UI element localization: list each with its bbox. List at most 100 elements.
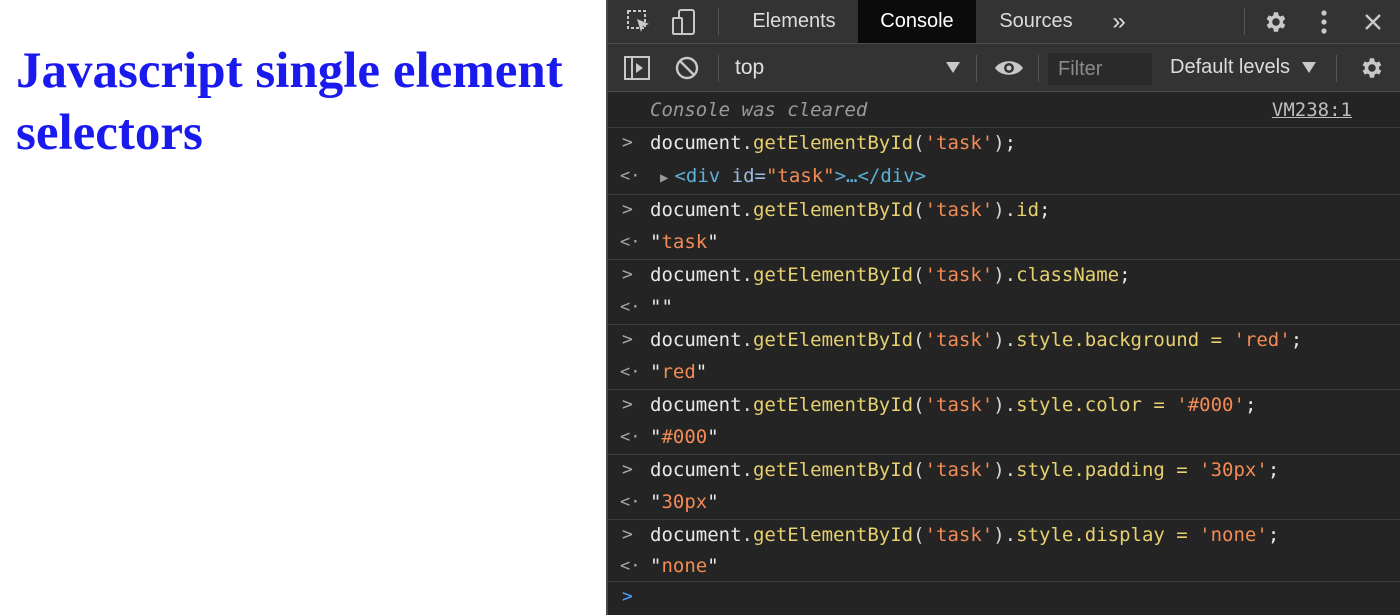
code-assigned-value: '#000' xyxy=(1176,394,1245,416)
result-string: red xyxy=(661,361,696,383)
console-entry: > document.getElementById('task').style.… xyxy=(608,520,1400,582)
console-cleared-row: Console was cleared VM238:1 xyxy=(608,92,1400,128)
code-argument: 'task' xyxy=(924,132,994,154)
console-result-value[interactable]: "none" xyxy=(650,555,719,577)
tab-sources[interactable]: Sources xyxy=(978,0,1094,43)
return-arrow-icon: <· xyxy=(620,427,641,447)
prompt-chevron-icon: > xyxy=(622,459,633,480)
console-input-line: > document.getElementById('task').id; xyxy=(608,195,1400,227)
result-string: none xyxy=(661,555,708,577)
sidebar-toggle-icon[interactable] xyxy=(620,44,654,92)
code-object: document xyxy=(650,132,742,154)
console-source-link[interactable]: VM238:1 xyxy=(1272,99,1352,121)
code-argument: 'task' xyxy=(924,459,994,481)
code-terminator: ; xyxy=(1004,132,1017,154)
page-heading: Javascript single element selectors xyxy=(16,43,563,161)
console-entry: > document.getElementById('task').style.… xyxy=(608,390,1400,455)
console-command[interactable]: document.getElementById('task'); xyxy=(650,132,1016,154)
console-result-line: <· "" xyxy=(608,292,1400,324)
tabbar-separator xyxy=(718,8,719,35)
result-string: #000 xyxy=(661,426,708,448)
devtools-panel: Elements Console Sources » top Filter De… xyxy=(606,0,1400,615)
result-tag-close: >…</div> xyxy=(834,165,927,187)
console-input-line: > document.getElementById('task').classN… xyxy=(608,260,1400,292)
prompt-chevron-icon: > xyxy=(622,586,633,607)
log-levels-dropdown[interactable]: Default levels xyxy=(1170,56,1290,79)
console-input-line: > document.getElementById('task'); xyxy=(608,128,1400,160)
code-assigned-value: '30px' xyxy=(1199,459,1268,481)
console-command[interactable]: document.getElementById('task').id; xyxy=(650,199,1050,221)
code-method: getElementById xyxy=(752,199,914,221)
console-result-element[interactable]: ▶ <div id="task">…</div> xyxy=(650,165,926,187)
chevron-down-icon[interactable] xyxy=(946,61,960,79)
code-property: style.background xyxy=(1016,329,1200,351)
expand-triangle-icon[interactable]: ▶ xyxy=(660,170,668,186)
console-command[interactable]: document.getElementById('task').style.ba… xyxy=(650,329,1302,351)
prompt-chevron-icon: > xyxy=(622,524,633,545)
return-arrow-icon: <· xyxy=(620,232,641,252)
clear-console-icon[interactable] xyxy=(670,44,704,92)
code-argument: 'task' xyxy=(924,524,994,546)
return-arrow-icon: <· xyxy=(620,166,641,186)
toolbar-separator xyxy=(1038,55,1039,82)
code-terminator: ; xyxy=(1244,394,1257,416)
console-entry: > document.getElementById('task').style.… xyxy=(608,325,1400,390)
code-terminator: ; xyxy=(1119,264,1131,286)
console-cleared-message: Console was cleared xyxy=(650,99,868,121)
close-icon[interactable] xyxy=(1356,0,1390,43)
prompt-chevron-icon: > xyxy=(622,264,633,285)
console-result-line: <· "none" xyxy=(608,551,1400,583)
console-command[interactable]: document.getElementById('task').style.di… xyxy=(650,524,1279,546)
console-result-value[interactable]: "30px" xyxy=(650,491,719,513)
more-vertical-icon[interactable] xyxy=(1310,0,1338,43)
console-input-line: > document.getElementById('task').style.… xyxy=(608,455,1400,487)
console-output[interactable]: Console was cleared VM238:1 > document.g… xyxy=(608,92,1400,615)
inspect-element-icon[interactable] xyxy=(622,0,656,43)
console-input-line: > document.getElementById('task').style.… xyxy=(608,390,1400,422)
settings-gear-icon[interactable] xyxy=(1258,0,1292,43)
code-terminator: ; xyxy=(1267,459,1280,481)
devtools-tabbar: Elements Console Sources » xyxy=(608,0,1400,44)
code-object: document xyxy=(650,264,742,286)
code-method: getElementById xyxy=(752,459,914,481)
code-argument: 'task' xyxy=(924,394,994,416)
console-command[interactable]: document.getElementById('task').style.pa… xyxy=(650,459,1279,481)
console-result-value[interactable]: "#000" xyxy=(650,426,719,448)
result-string: 30px xyxy=(661,491,708,513)
console-result-value[interactable]: "task" xyxy=(650,231,719,253)
console-entry: > document.getElementById('task'); <· ▶ <… xyxy=(608,128,1400,195)
code-method: getElementById xyxy=(752,132,914,154)
console-result-value[interactable]: "" xyxy=(650,296,673,318)
result-attr-value: "task" xyxy=(765,165,835,187)
web-page: Javascript single element selectors xyxy=(0,0,606,615)
prompt-chevron-icon: > xyxy=(622,394,633,415)
console-command[interactable]: document.getElementById('task').classNam… xyxy=(650,264,1131,286)
chevron-down-icon[interactable] xyxy=(1302,61,1316,79)
device-toolbar-icon[interactable] xyxy=(668,0,702,43)
code-object: document xyxy=(650,524,742,546)
tab-elements[interactable]: Elements xyxy=(732,0,856,43)
tab-console[interactable]: Console xyxy=(858,0,976,43)
eye-icon[interactable] xyxy=(990,44,1028,92)
code-argument: 'task' xyxy=(924,329,994,351)
console-command[interactable]: document.getElementById('task').style.co… xyxy=(650,394,1256,416)
toolbar-separator xyxy=(718,55,719,82)
more-tabs-button[interactable]: » xyxy=(1098,0,1140,43)
console-settings-icon[interactable] xyxy=(1354,44,1388,92)
return-arrow-icon: <· xyxy=(620,492,641,512)
prompt-chevron-icon: > xyxy=(622,132,633,153)
result-tag-open: <div xyxy=(674,165,721,187)
result-string: task xyxy=(661,231,708,253)
context-selector[interactable]: top xyxy=(735,56,764,80)
console-input-line: > document.getElementById('task').style.… xyxy=(608,520,1400,552)
code-assigned-value: 'red' xyxy=(1233,329,1291,351)
return-arrow-icon: <· xyxy=(620,297,641,317)
code-object: document xyxy=(650,394,742,416)
console-prompt-line[interactable]: > xyxy=(608,582,1400,614)
code-method: getElementById xyxy=(752,264,914,286)
console-result-value[interactable]: "red" xyxy=(650,361,707,383)
tabbar-separator xyxy=(1244,8,1245,35)
toolbar-separator xyxy=(1336,55,1337,82)
code-assigned-value: 'none' xyxy=(1199,524,1268,546)
filter-input[interactable] xyxy=(1048,53,1152,85)
